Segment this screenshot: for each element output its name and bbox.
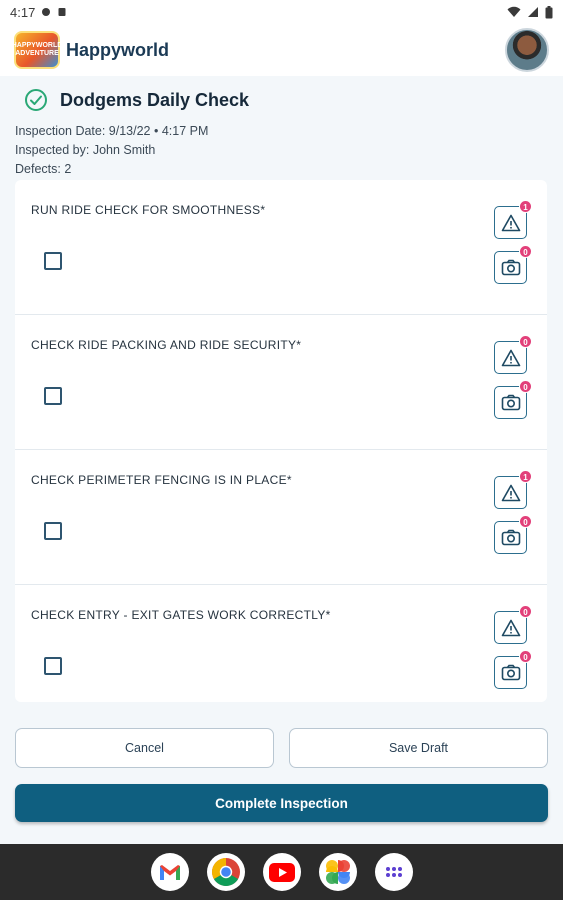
report-defect-button[interactable]: 0: [494, 605, 532, 644]
wifi-icon: [507, 6, 521, 17]
cancel-button[interactable]: Cancel: [15, 728, 274, 768]
add-photo-button[interactable]: 0: [494, 515, 532, 554]
photos-icon[interactable]: [318, 853, 357, 891]
warning-icon: [501, 349, 520, 366]
avatar[interactable]: [505, 28, 549, 72]
page-title-row: Dodgems Daily Check: [24, 86, 249, 114]
taskbar: [0, 844, 563, 900]
checklist-item: CHECK PERIMETER FENCING IS IN PLACE* 1 0: [15, 450, 547, 585]
item-checkbox[interactable]: [44, 252, 62, 270]
camera-icon: [501, 259, 520, 276]
camera-icon: [501, 529, 520, 546]
apps-glyph: [385, 867, 402, 877]
photo-count-badge: 0: [519, 245, 532, 258]
checklist[interactable]: RUN RIDE CHECK FOR SMOOTHNESS* 1 0 CHECK…: [15, 180, 547, 702]
defect-count-badge: 0: [519, 605, 532, 618]
app-title: Happyworld: [66, 39, 170, 60]
complete-inspection-button[interactable]: Complete Inspection: [15, 784, 548, 822]
warning-icon: [501, 214, 520, 231]
gmail-icon[interactable]: [150, 853, 189, 891]
item-label: CHECK RIDE PACKING AND RIDE SECURITY*: [31, 338, 302, 352]
apps-icon[interactable]: [374, 853, 413, 891]
status-bar: 4:17: [0, 0, 563, 24]
item-label: CHECK ENTRY - EXIT GATES WORK CORRECTLY*: [31, 608, 331, 622]
photo-count-badge: 0: [519, 650, 532, 663]
status-time: 4:17: [10, 4, 36, 20]
gmail-glyph: [159, 864, 180, 880]
photo-count-badge: 0: [519, 380, 532, 393]
defect-count-badge: 1: [519, 200, 532, 213]
item-label: CHECK PERIMETER FENCING IS IN PLACE*: [31, 473, 292, 487]
inspection-meta: Inspection Date: 9/13/22 • 4:17 PM Inspe…: [15, 122, 208, 179]
inspection-date: Inspection Date: 9/13/22 • 4:17 PM: [15, 124, 209, 138]
page-title: Dodgems Daily Check: [60, 89, 250, 110]
photo-count-badge: 0: [519, 515, 532, 528]
checklist-item: CHECK RIDE PACKING AND RIDE SECURITY* 0 …: [15, 315, 547, 450]
defect-count-badge: 0: [519, 335, 532, 348]
app-logo[interactable]: HAPPYWORLD ADVENTURE: [11, 31, 63, 69]
warning-icon: [501, 484, 520, 501]
checklist-item: CHECK ENTRY - EXIT GATES WORK CORRECTLY*…: [15, 585, 547, 702]
app-header: HAPPYWORLD ADVENTURE Happyworld: [0, 24, 563, 76]
add-photo-button[interactable]: 0: [494, 245, 532, 284]
sd-card-icon: [58, 8, 66, 16]
camera-icon: [501, 394, 520, 411]
chat-icon: [42, 8, 51, 16]
defect-count-badge: 1: [519, 470, 532, 483]
item-checkbox[interactable]: [44, 522, 62, 540]
camera-icon: [501, 664, 520, 681]
item-label: RUN RIDE CHECK FOR SMOOTHNESS*: [31, 203, 266, 217]
save-draft-button[interactable]: Save Draft: [289, 728, 548, 768]
item-checkbox[interactable]: [44, 657, 62, 675]
add-photo-button[interactable]: 0: [494, 380, 532, 419]
chrome-icon[interactable]: [206, 853, 245, 891]
battery-icon: [545, 5, 553, 18]
youtube-glyph: [268, 862, 295, 882]
chrome-glyph: [211, 858, 240, 886]
add-photo-button[interactable]: 0: [494, 650, 532, 689]
warning-icon: [501, 619, 520, 636]
signal-icon: [528, 7, 538, 17]
check-circle-icon: [25, 89, 47, 111]
logo-text: HAPPYWORLD ADVENTURE: [11, 42, 63, 57]
report-defect-button[interactable]: 0: [494, 335, 532, 374]
photos-glyph: [325, 860, 350, 884]
inspected-by: Inspected by: John Smith: [15, 143, 156, 157]
defects-count: Defects: 2: [15, 162, 72, 176]
report-defect-button[interactable]: 1: [494, 200, 532, 239]
item-checkbox[interactable]: [44, 387, 62, 405]
checklist-item: RUN RIDE CHECK FOR SMOOTHNESS* 1 0: [15, 180, 547, 315]
report-defect-button[interactable]: 1: [494, 470, 532, 509]
youtube-icon[interactable]: [262, 853, 301, 891]
